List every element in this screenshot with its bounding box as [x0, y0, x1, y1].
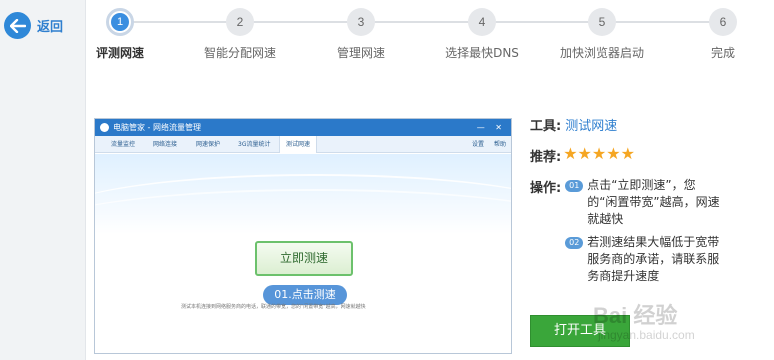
preview-description: 测试本机连接到网络服务商的电话，联通的带宽，您的"闲置带宽"越高，网速就越快 — [181, 304, 366, 310]
step-6[interactable]: 6 完成 — [668, 8, 774, 61]
preview-tab: 3G流量统计 — [238, 141, 271, 148]
step-1[interactable]: 1 评测网速 — [65, 8, 175, 61]
rating-row: 推荐: ★ ★ ★ ★ ★ — [530, 146, 770, 166]
step-callout: 01.点击测速 — [263, 285, 347, 305]
preview-tabbar: 流量监控 网络连接 网速保护 3G流量统计 测试网速 设置 帮助 — [95, 136, 511, 153]
step-label: 管理网速 — [336, 46, 385, 60]
operation-item: 02 若测速结果大幅低于宽带服务商的承诺，请联系服务商提升速度 — [565, 234, 725, 285]
step-2[interactable]: 2 智能分配网速 — [185, 8, 295, 61]
step-label: 评测网速 — [95, 46, 144, 60]
preview-link: 帮助 — [494, 141, 507, 148]
tool-row: 工具: 测试网速 — [530, 115, 770, 134]
tool-link[interactable]: 测试网速 — [565, 115, 617, 134]
preview-tab-selected: 测试网速 — [279, 136, 318, 153]
preview-tab: 网速保护 — [196, 141, 221, 148]
preview-tab: 网络连接 — [153, 141, 178, 148]
progress-stepper: 1 评测网速 2 智能分配网速 3 管理网速 4 选择最快DNS 5 加快浏览器… — [86, 0, 774, 70]
start-test-button: 立即测速 — [255, 241, 353, 276]
op-number-badge: 02 — [565, 237, 584, 249]
back-label: 返回 — [37, 20, 64, 35]
step-5[interactable]: 5 加快浏览器启动 — [547, 8, 657, 61]
step-label: 加快浏览器启动 — [559, 46, 644, 60]
op-number-badge: 01 — [565, 180, 584, 192]
step-label: 完成 — [710, 46, 735, 60]
guanjia-logo-icon — [100, 123, 109, 132]
preview-titlebar: 电脑管家 - 网络流量管理 — ✕ — [95, 119, 511, 136]
star-icon: ★ — [577, 144, 592, 163]
preview-tab: 流量监控 — [111, 141, 136, 148]
star-icon: ★ — [606, 144, 621, 163]
watermark-url: jingyan.baidu.com — [598, 328, 695, 342]
operation-item: 01 点击“立即测速”，您的“闲置带宽”越高，网速就越快 — [565, 177, 725, 228]
rating-key: 推荐: — [530, 150, 562, 165]
preview-window-title: 电脑管家 - 网络流量管理 — [113, 123, 201, 132]
arrow-left-icon — [4, 12, 31, 39]
back-button[interactable]: 返回 — [4, 12, 63, 39]
op-text: 若测速结果大幅低于宽带服务商的承诺，请联系服务商提升速度 — [587, 235, 720, 283]
star-icon: ★ — [591, 144, 607, 163]
operations-row: 操作: 01 点击“立即测速”，您的“闲置带宽”越高，网速就越快 02 若测速结… — [530, 177, 770, 291]
ops-key: 操作: — [530, 181, 562, 196]
tool-info-panel: 工具: 测试网速 推荐: ★ ★ ★ ★ ★ 操作: 01 点击“立即测速”，您… — [530, 115, 770, 291]
step-3[interactable]: 3 管理网速 — [306, 8, 416, 61]
preview-link: 设置 — [472, 141, 485, 148]
op-text: 点击“立即测速”，您的“闲置带宽”越高，网速就越快 — [587, 178, 720, 226]
baidu-jingyan-watermark: Bai 经验 — [593, 303, 678, 328]
step-label: 选择最快DNS — [445, 46, 519, 60]
step-label: 智能分配网速 — [203, 46, 276, 60]
operations-list: 01 点击“立即测速”，您的“闲置带宽”越高，网速就越快 02 若测速结果大幅低… — [565, 177, 725, 291]
preview-body: 立即测速 01.点击测速 测试本机连接到网络服务商的电话，联通的带宽，您的"闲置… — [95, 154, 511, 353]
star-icon: ★ — [620, 144, 635, 163]
tool-key: 工具: — [530, 119, 562, 134]
rating-stars: ★ ★ ★ ★ ★ — [563, 146, 635, 165]
step-4[interactable]: 4 选择最快DNS — [427, 8, 537, 61]
tool-screenshot-preview: 电脑管家 - 网络流量管理 — ✕ 流量监控 网络连接 网速保护 3G流量统计 … — [94, 118, 512, 354]
star-icon: ★ — [563, 144, 578, 163]
window-controls: — ✕ — [476, 123, 506, 132]
